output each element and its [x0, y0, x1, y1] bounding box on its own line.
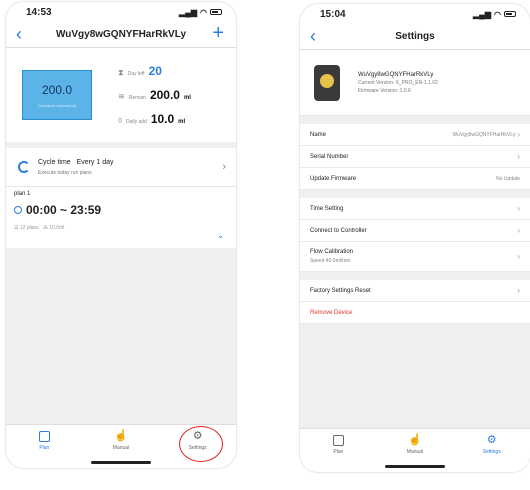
daily-add-unit: ml — [178, 119, 186, 125]
remain-value: 200.0 — [149, 88, 180, 102]
daily-add-value: 10.0 — [150, 112, 175, 126]
back-icon[interactable]: ‹ — [16, 25, 22, 43]
day-left-label: Day left — [127, 71, 145, 77]
remain-unit: ml — [183, 95, 191, 101]
list-icon: ☰ — [14, 225, 19, 231]
hand-icon: ☝ — [114, 430, 128, 442]
container-volume-label: Container volume(ml) — [37, 102, 77, 108]
time-setting-row[interactable]: Time Setting › — [300, 198, 530, 220]
clock-icon — [14, 206, 22, 214]
factory-reset-row[interactable]: Factory Settings Reset › — [300, 280, 530, 302]
signal-icon: ▂▄▆ — [473, 9, 492, 19]
flow-speed: Speed:40.0ml/min — [310, 258, 351, 264]
chevron-right-icon: › — [517, 286, 520, 295]
nav-bar: ‹ Settings — [300, 24, 530, 50]
day-left-row: ⧗ Day left 20 — [118, 64, 191, 78]
chevron-down-icon[interactable]: ⌄ — [217, 231, 224, 240]
plan-screen: 14:53 ▂▄▆ ◠ ‹ WuVgy8wGQNYFHarRkVLy + 200… — [6, 2, 236, 468]
tab-bar: Plan ☝ Manual ⚙ Settings — [6, 424, 236, 468]
remain-row: ≋ Remain 200.0 ml — [118, 88, 191, 102]
chevron-right-icon: › — [222, 161, 226, 173]
chevron-right-icon: › — [517, 130, 520, 139]
add-plan-icon[interactable]: + — [212, 23, 224, 43]
status-icons: ▂▄▆ ◠ — [179, 8, 222, 17]
update-firmware-row[interactable]: Update Firmware No Update — [300, 168, 530, 190]
status-time: 15:04 — [320, 8, 346, 20]
status-bar: 14:53 ▂▄▆ ◠ — [6, 2, 236, 22]
container-volume-box[interactable]: 200.0 Container volume(ml) — [22, 70, 92, 120]
tab-bar: Plan ☝ Manual ⚙ Settings — [300, 428, 530, 472]
nav-bar: ‹ WuVgy8wGQNYFHarRkVLy + — [6, 22, 236, 48]
current-version: Current Version: X_PRO_EN-1.1.02 — [358, 79, 438, 86]
drop-icon: ◊ — [118, 116, 122, 125]
tab-settings[interactable]: ⚙ Settings — [453, 429, 530, 472]
home-indicator — [385, 465, 445, 468]
name-row[interactable]: Name WuVgy8wGQNYFHarRkVLy › — [300, 124, 530, 146]
level-icon: ≋ — [118, 92, 125, 101]
tab-plan[interactable]: Plan — [300, 429, 377, 472]
hourglass-icon: ⧗ — [118, 68, 124, 77]
daily-add-label: Daily add — [125, 119, 147, 125]
home-indicator — [91, 461, 151, 464]
container-volume-value: 200.0 — [41, 82, 73, 97]
serial-number-row[interactable]: Serial Number › — [300, 146, 530, 168]
chevron-right-icon: › — [517, 152, 520, 161]
plan-name: plan 1 — [14, 191, 31, 197]
battery-icon — [504, 11, 516, 17]
status-icons: ▂▄▆ ◠ — [473, 10, 516, 19]
device-image — [314, 64, 340, 101]
chevron-right-icon: › — [517, 204, 520, 213]
device-name: WuVgy8wGQNYFHarRkVLy — [358, 71, 434, 78]
plan-tab-icon — [38, 431, 50, 442]
connect-controller-row[interactable]: Connect to Controller › — [300, 220, 530, 242]
tank-summary: 200.0 Container volume(ml) ⧗ Day left 20… — [6, 48, 236, 142]
chevron-right-icon: › — [517, 252, 520, 261]
page-title: Settings — [395, 31, 435, 42]
signal-icon: ▂▄▆ — [179, 7, 198, 17]
stats-list: ⧗ Day left 20 ≋ Remain 200.0 ml ◊ Daily a… — [118, 64, 191, 126]
cycle-time-row[interactable]: Cycle time Every 1 day Execute today run… — [6, 148, 236, 186]
device-title: WuVgy8wGQNYFHarRkVLy — [55, 29, 187, 40]
cycle-subtitle: Execute today run plans — [38, 169, 92, 176]
daily-add-row: ◊ Daily add 10.0 ml — [118, 112, 191, 126]
day-left-value: 20 — [148, 64, 162, 78]
flow-calibration-row[interactable]: Flow Calibration Speed:40.0ml/min › — [300, 242, 530, 272]
plan-tab-icon — [332, 435, 344, 446]
plan-card[interactable]: plan 1 00:00 ~ 23:59 ☰ 12 plans ⁂ 10.0ml… — [6, 186, 236, 248]
chevron-right-icon: › — [517, 226, 520, 235]
plan-time: 00:00 ~ 23:59 — [14, 203, 228, 217]
cycle-title: Cycle time Every 1 day — [38, 158, 114, 166]
gear-icon: ⚙ — [486, 434, 497, 446]
status-bar: 15:04 ▂▄▆ ◠ — [300, 4, 530, 24]
device-info: WuVgy8wGQNYFHarRkVLy Current Version: X_… — [358, 72, 438, 94]
settings-highlight-circle — [179, 426, 223, 462]
cycle-icon — [18, 161, 30, 173]
dose-icon: ⁂ — [42, 225, 48, 231]
tab-plan[interactable]: Plan — [6, 425, 83, 468]
device-card: WuVgy8wGQNYFHarRkVLy Current Version: X_… — [300, 50, 530, 116]
wifi-icon: ◠ — [494, 9, 501, 19]
back-icon[interactable]: ‹ — [310, 27, 316, 45]
remain-label: Remain — [128, 95, 146, 101]
status-time: 14:53 — [26, 6, 52, 18]
wifi-icon: ◠ — [200, 7, 207, 17]
battery-icon — [210, 9, 222, 15]
hand-icon: ☝ — [408, 434, 422, 446]
settings-screen: 15:04 ▂▄▆ ◠ ‹ Settings WuVgy8wGQNYFHarRk… — [300, 4, 530, 472]
remove-device-row[interactable]: Remove Device — [300, 302, 530, 324]
plan-meta: ☰ 12 plans ⁂ 10.0ml — [14, 225, 65, 231]
firmware-version: Firmware Version: 1.0.6 — [358, 87, 411, 94]
